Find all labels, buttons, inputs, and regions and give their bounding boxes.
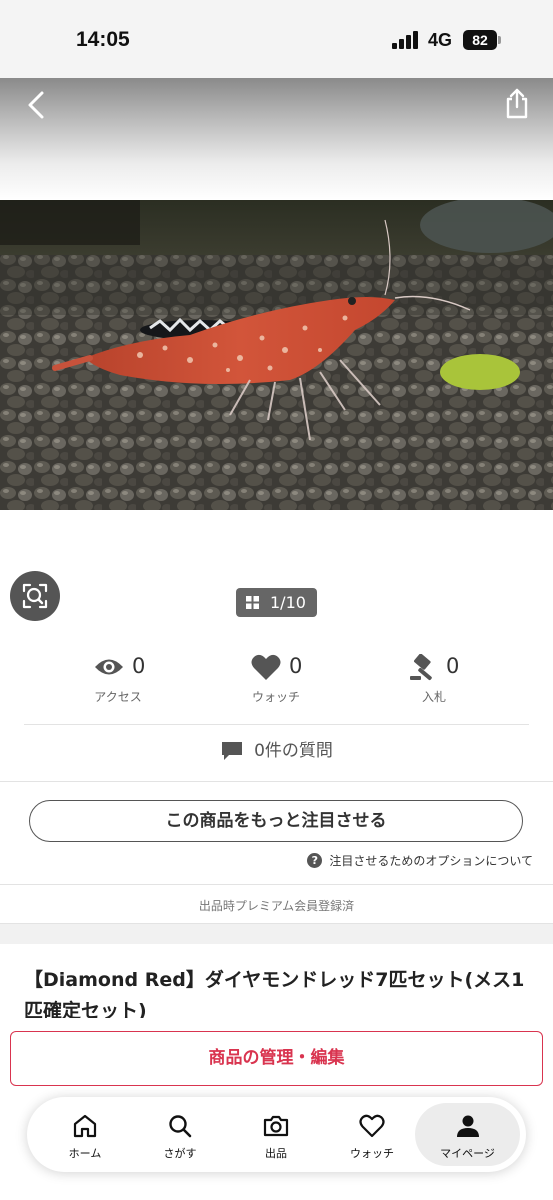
eye-icon [95,659,123,675]
grid-icon [246,596,259,609]
home-icon [73,1114,97,1138]
tab-sell-label: 出品 [265,1147,287,1160]
speech-bubble-icon [222,742,243,760]
tab-watch-label: ウォッチ [350,1147,394,1160]
manage-edit-button[interactable]: 商品の管理・編集 [10,1031,543,1086]
divider [24,724,529,725]
stat-bids: 0 入札 [374,652,494,705]
image-counter-text: 1/10 [270,593,306,612]
image-counter[interactable]: 1/10 [236,588,317,617]
questions-label: 0件の質問 [254,741,333,761]
stat-bids-value: 0 [446,654,460,678]
tab-mypage-label: マイページ [440,1147,495,1160]
person-icon [457,1115,479,1137]
promote-options-label: 注目させるためのオプションについて [329,854,533,868]
share-button[interactable] [500,86,534,122]
tab-mypage[interactable]: マイページ [415,1103,520,1166]
divider [0,884,553,885]
tab-home-label: ホーム [68,1147,102,1160]
stat-access: 0 アクセス [58,652,178,705]
product-photo[interactable] [0,200,553,510]
battery-tip [498,36,501,44]
stat-access-value: 0 [132,654,146,678]
network-type: 4G [428,30,453,50]
stat-access-label: アクセス [94,690,142,704]
section-gap [0,924,553,944]
promote-button[interactable]: この商品をもっと注目させる [29,800,523,842]
heart-icon [359,1114,385,1138]
signal-icon [392,31,420,49]
share-icon [506,88,528,119]
premium-note: 出品時プレミアム会員登録済 [198,899,355,913]
questions-link[interactable]: 0件の質問 [0,736,553,762]
promote-options-link[interactable]: ? 注目させるためのオプションについて [307,852,533,869]
tab-search-label: さがす [163,1147,197,1160]
back-button[interactable] [20,88,54,122]
tab-bar: ホーム さがす 出品 ウォッチ マイページ [27,1097,526,1172]
gavel-icon [410,654,432,681]
camera-icon [263,1115,289,1137]
status-bar: 14:05 4G 82 [0,0,553,78]
search-icon [169,1115,192,1138]
divider [0,781,553,782]
heart-icon [251,654,281,680]
stat-watch-value: 0 [289,654,303,678]
tab-home[interactable]: ホーム [37,1103,133,1166]
header [0,78,553,200]
image-search-icon [22,583,48,609]
status-time: 14:05 [76,28,130,51]
tab-watch[interactable]: ウォッチ [324,1103,420,1166]
chevron-left-icon [28,91,44,119]
tab-sell[interactable]: 出品 [228,1103,324,1166]
stat-watch: 0 ウォッチ [216,652,336,705]
stat-watch-label: ウォッチ [251,690,300,704]
tab-search[interactable]: さがす [132,1103,228,1166]
image-search-button[interactable] [10,571,60,621]
battery-icon: 82 [463,30,497,50]
help-icon: ? [307,853,323,868]
stat-bids-label: 入札 [421,690,446,704]
